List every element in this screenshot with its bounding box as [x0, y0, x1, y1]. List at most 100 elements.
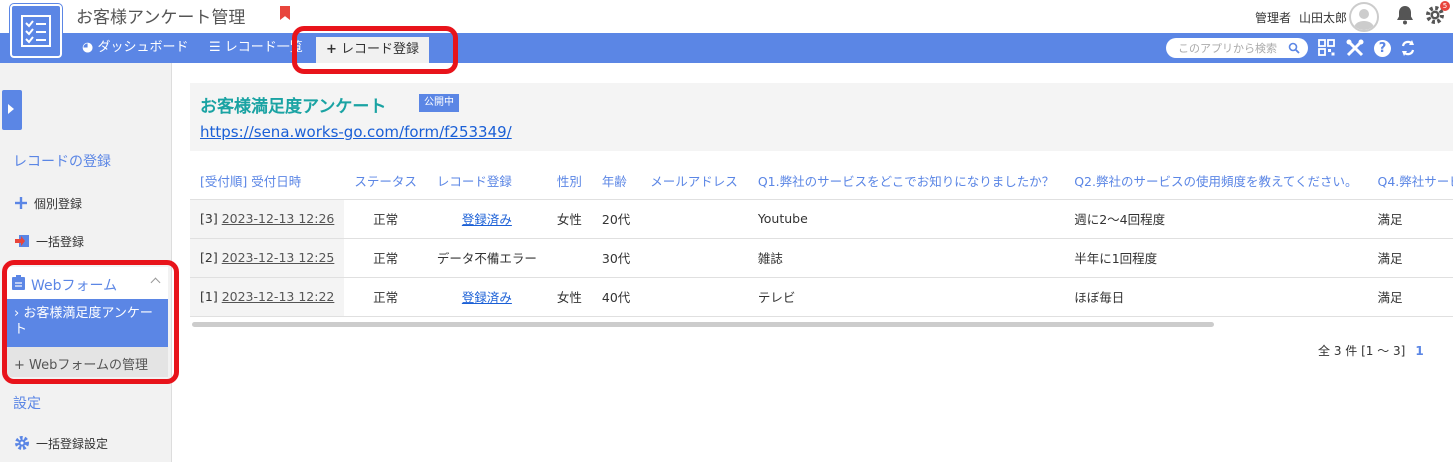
tab-record-list-label: レコード一覧 [224, 40, 303, 55]
table-row: [2] 2023-12-13 12:25 正常 データ不備エラー 30代 雑誌 … [190, 237, 1453, 277]
form-title: お客様満足度アンケート [200, 97, 387, 117]
user-name[interactable]: 山田太郎 [1299, 9, 1347, 26]
col-record-register[interactable]: レコード登録 [427, 163, 547, 199]
cell-received-at: [1] 2023-12-13 12:22 [190, 276, 345, 317]
sidebar-collapse-button[interactable] [2, 90, 22, 130]
row-number: [2] [200, 250, 218, 265]
table-header-row: [受付順] 受付日時 ステータス レコード登録 性別 年齢 メールアドレス Q1… [190, 163, 1453, 199]
record-link[interactable]: 登録済み [462, 212, 512, 227]
sidebar-item-bulk-label: 一括登録 [36, 235, 85, 249]
status-badge: 公開中 [419, 94, 459, 112]
cell-record: データ不備エラー [426, 237, 547, 277]
form-url-link[interactable]: https://sena.works-go.com/form/f253349/ [200, 123, 512, 141]
form-header: お客様満足度アンケート 公開中 https://sena.works-go.co… [190, 83, 1453, 151]
user-role: 管理者 [1255, 11, 1292, 25]
cell-q4: 満足 [1367, 276, 1453, 317]
cell-q4: 満足 [1367, 237, 1453, 277]
plus-icon [14, 196, 28, 213]
date-link[interactable]: 2023-12-13 12:26 [222, 211, 335, 226]
cell-status: 正常 [344, 198, 427, 238]
col-age[interactable]: 年齢 [592, 163, 640, 199]
plus-icon: + [14, 358, 25, 373]
tab-record-register[interactable]: + レコード登録 [316, 37, 430, 63]
cell-q4: 満足 [1367, 198, 1453, 238]
list-icon: ☰ [209, 40, 221, 55]
sidebar-section-register: レコードの登録 [13, 154, 111, 170]
sidebar-group-webform[interactable]: Webフォーム [4, 267, 168, 299]
cell-q2: 半年に1回程度 [1064, 237, 1368, 277]
top-header: お客様アンケート管理 管理者 山田太郎 5 [0, 0, 1453, 58]
cell-gender [546, 237, 592, 277]
avatar[interactable] [1349, 2, 1379, 32]
cell-q1: Youtube [747, 198, 1065, 238]
app-search-input[interactable] [1166, 38, 1308, 58]
row-number: [3] [200, 211, 218, 226]
main-nav: ◕ ダッシュボード ☰ レコード一覧 + レコード登録 ? [0, 33, 1453, 63]
col-gender[interactable]: 性別 [547, 163, 592, 199]
cell-age: 30代 [591, 237, 641, 277]
record-link[interactable]: 登録済み [462, 290, 512, 305]
cell-record: 登録済み [426, 198, 547, 238]
tab-dashboard-label: ダッシュボード [97, 40, 189, 55]
tab-record-list[interactable]: ☰ レコード一覧 [209, 33, 303, 63]
cell-q1: テレビ [747, 276, 1065, 317]
tools-icon[interactable] [1346, 39, 1364, 57]
notification-badge: 5 [1440, 1, 1450, 11]
sidebar-item-bulk-settings-label: 一括登録設定 [36, 437, 109, 451]
sidebar-item-bulk-settings[interactable]: 一括登録設定 [14, 435, 108, 454]
gear-icon [14, 435, 30, 454]
page-link[interactable]: 1 [1415, 344, 1423, 358]
pagination: 全 3 件 [1 〜 3] 1 [1318, 342, 1424, 359]
app-title: お客様アンケート管理 [76, 8, 246, 28]
refresh-icon[interactable] [1400, 39, 1416, 57]
table-row: [3] 2023-12-13 12:26 正常 登録済み 女性 20代 Yout… [190, 198, 1453, 238]
search-icon[interactable] [1288, 42, 1300, 54]
cell-email [640, 198, 748, 238]
sidebar: レコードの登録 個別登録 一括登録 Webフォーム › お客様満足度アンケート … [0, 63, 172, 462]
qr-code-icon[interactable] [1318, 39, 1335, 56]
sidebar-item-active-form[interactable]: › お客様満足度アンケート [4, 299, 168, 347]
cell-age: 20代 [591, 198, 641, 238]
chevron-up-icon [150, 277, 161, 288]
cell-gender: 女性 [546, 276, 592, 317]
sidebar-section-settings: 設定 [13, 396, 41, 412]
cell-email [640, 237, 748, 277]
col-received-at[interactable]: [受付順] 受付日時 [190, 163, 344, 199]
tab-record-register-label: レコード登録 [341, 42, 420, 57]
chevron-right-icon: › [14, 306, 20, 321]
col-q4[interactable]: Q4.弊社サービ [1368, 163, 1453, 199]
cell-received-at: [3] 2023-12-13 12:26 [190, 198, 345, 238]
cell-q1: 雑誌 [747, 237, 1065, 277]
sidebar-item-bulk[interactable]: 一括登録 [14, 233, 84, 252]
sidebar-item-individual-label: 個別登録 [34, 197, 83, 211]
import-icon [14, 233, 30, 252]
cell-record: 登録済み [426, 276, 547, 317]
bell-icon[interactable] [1396, 5, 1414, 25]
date-link[interactable]: 2023-12-13 12:25 [222, 250, 335, 265]
sidebar-group-webform-label: Webフォーム [31, 278, 118, 294]
chevron-right-icon [8, 104, 14, 114]
tab-dashboard[interactable]: ◕ ダッシュボード [82, 33, 189, 63]
app-checklist-icon[interactable] [10, 4, 62, 58]
cell-age: 40代 [591, 276, 641, 317]
date-link[interactable]: 2023-12-13 12:22 [222, 289, 335, 304]
col-q2[interactable]: Q2.弊社のサービスの使用頻度を教えてください。 [1064, 163, 1367, 199]
bookmark-icon[interactable] [280, 6, 290, 20]
help-icon[interactable]: ? [1374, 40, 1391, 57]
horizontal-scrollbar[interactable] [192, 322, 1214, 327]
col-email[interactable]: メールアドレス [640, 163, 748, 199]
table-row: [1] 2023-12-13 12:22 正常 登録済み 女性 40代 テレビ … [190, 276, 1453, 317]
sidebar-item-form-manage[interactable]: + Webフォームの管理 [4, 347, 168, 377]
response-table: [受付順] 受付日時 ステータス レコード登録 性別 年齢 メールアドレス Q1… [190, 163, 1453, 317]
pagination-summary: 全 3 件 [1 〜 3] [1318, 344, 1406, 358]
sidebar-item-active-form-label: お客様満足度アンケート [14, 306, 153, 337]
clipboard-icon [12, 275, 25, 290]
sidebar-item-individual[interactable]: 個別登録 [14, 195, 82, 213]
gauge-icon: ◕ [82, 40, 94, 55]
col-status[interactable]: ステータス [344, 163, 427, 199]
cell-q2: 週に2〜4回程度 [1064, 198, 1368, 238]
plus-icon: + [326, 42, 337, 57]
cell-status: 正常 [344, 237, 427, 277]
cell-status: 正常 [344, 276, 427, 317]
col-q1[interactable]: Q1.弊社のサービスをどこでお知りになりましたか？ [748, 163, 1064, 199]
